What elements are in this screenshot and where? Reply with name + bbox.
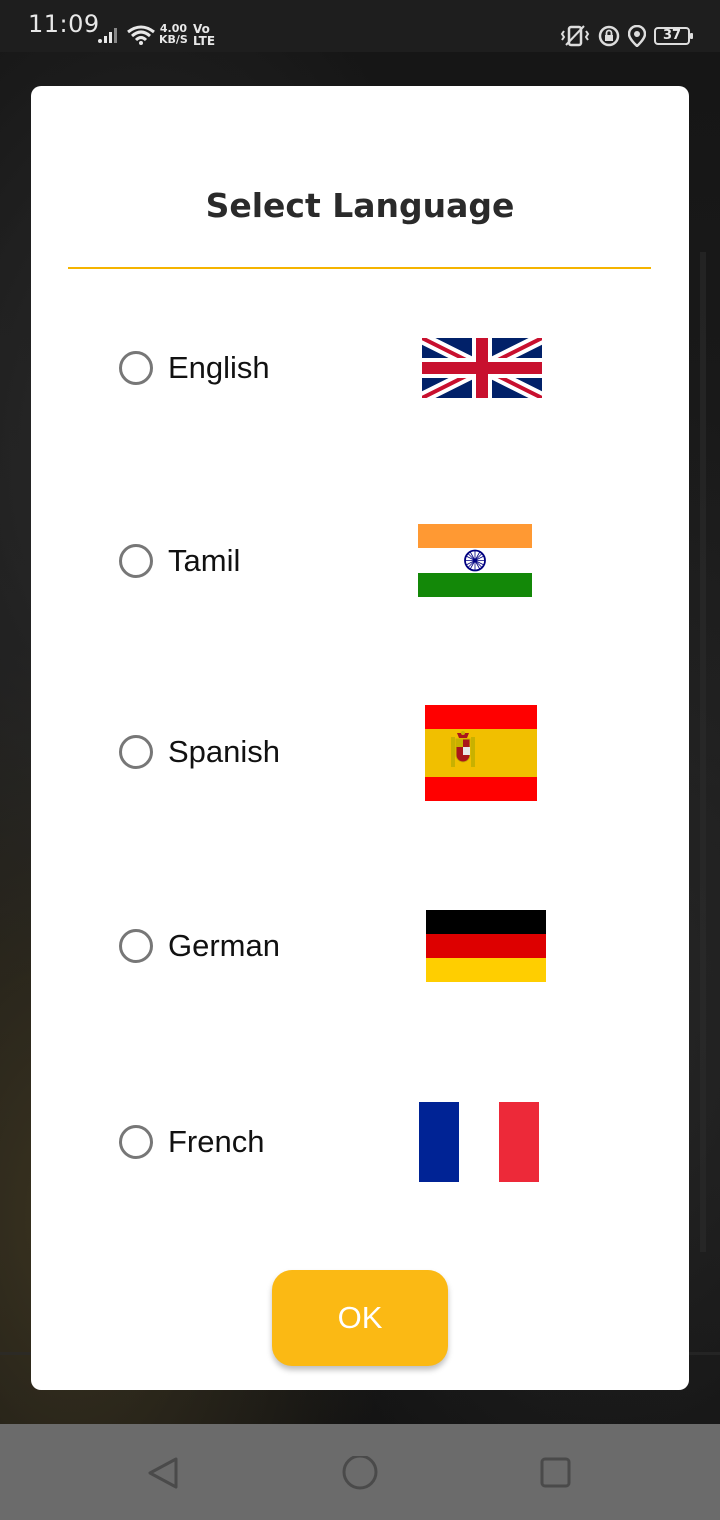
status-icons-right: 37 [560, 25, 693, 47]
label-french: French [168, 1124, 265, 1159]
label-english: English [168, 350, 270, 385]
india-flag-icon [418, 524, 532, 597]
ok-button[interactable]: OK [272, 1270, 448, 1366]
germany-flag-icon [426, 910, 546, 982]
radio-english[interactable] [119, 351, 153, 385]
dialog-title: Select Language [205, 186, 515, 225]
home-icon[interactable] [341, 1456, 379, 1494]
signal-icon [98, 28, 117, 43]
back-icon[interactable] [146, 1456, 180, 1490]
uk-flag-icon [422, 338, 542, 398]
volte-indicator: Vo LTE [193, 23, 215, 47]
network-speed-unit: KB/S [159, 33, 188, 46]
spain-flag-icon [425, 705, 537, 801]
radio-tamil[interactable] [119, 544, 153, 578]
network-speed: 4.00 KB/S [159, 23, 188, 45]
volte-bottom: LTE [193, 34, 216, 48]
wifi-icon [127, 25, 155, 45]
battery-icon: 37 [654, 27, 693, 45]
recents-icon[interactable] [539, 1456, 573, 1490]
radio-spanish[interactable] [119, 735, 153, 769]
title-divider [68, 267, 651, 269]
screen-lock-icon [598, 25, 620, 47]
label-tamil: Tamil [168, 543, 241, 578]
radio-german[interactable] [119, 929, 153, 963]
vibrate-icon [560, 25, 590, 47]
radio-french[interactable] [119, 1125, 153, 1159]
label-spanish: Spanish [168, 734, 281, 769]
france-flag-icon [419, 1102, 539, 1182]
label-german: German [168, 928, 280, 963]
location-icon [628, 25, 646, 47]
navigation-bar [0, 1424, 720, 1520]
status-bar: 11:09 4.00 KB/S Vo LTE 37 [0, 0, 720, 52]
status-time: 11:09 [28, 10, 100, 38]
language-dialog: Select Language English Tamil Spanish Ge… [31, 86, 689, 1390]
